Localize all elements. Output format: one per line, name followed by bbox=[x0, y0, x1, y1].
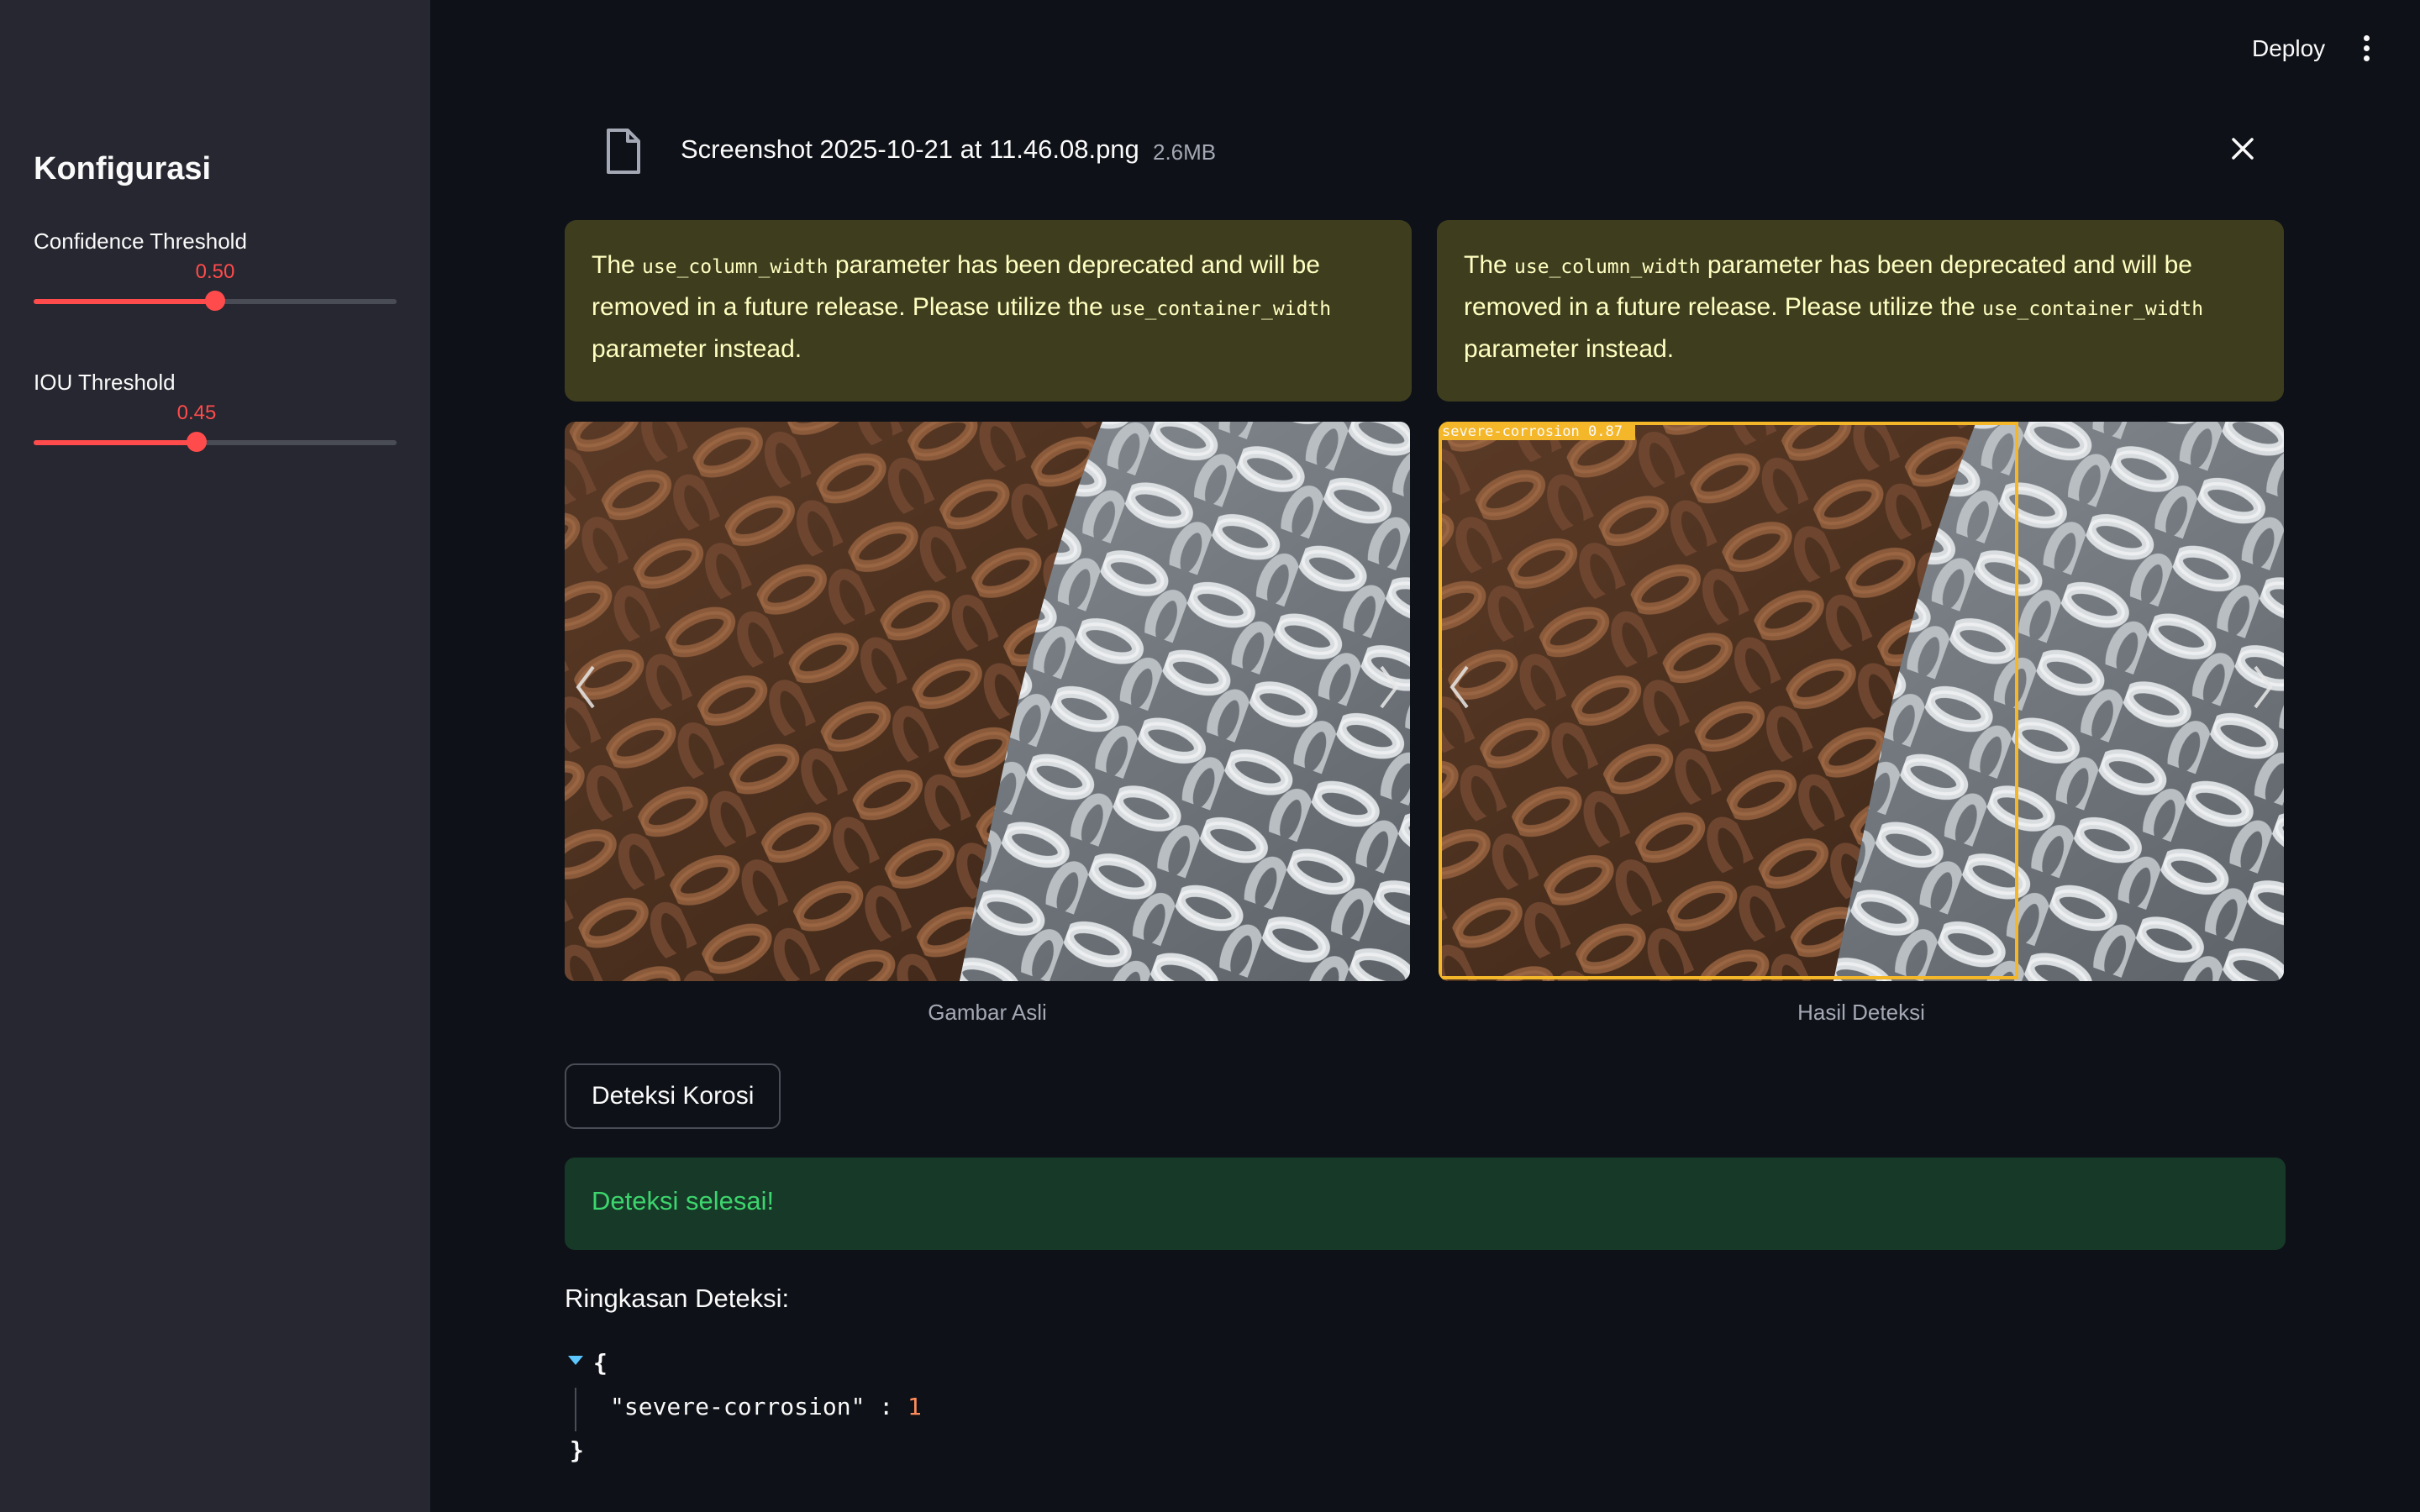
warning-text: The bbox=[592, 251, 643, 279]
original-image[interactable] bbox=[565, 422, 1410, 981]
warning-code: use_container_width bbox=[1982, 298, 2204, 320]
iou-slider-label: IOU Threshold bbox=[34, 370, 176, 395]
collapse-caret-icon[interactable] bbox=[568, 1356, 583, 1365]
json-close-brace: } bbox=[570, 1436, 584, 1464]
warning-text: The bbox=[1464, 251, 1515, 279]
kebab-menu-icon[interactable] bbox=[2358, 35, 2375, 64]
json-viewer: { "severe-corrosion" : 1 } bbox=[565, 1349, 1237, 1475]
json-indent-guide bbox=[575, 1388, 576, 1431]
close-icon[interactable] bbox=[2230, 136, 2255, 165]
iou-slider[interactable] bbox=[34, 432, 397, 452]
deprecation-warning: The use_column_width parameter has been … bbox=[1437, 220, 2284, 402]
json-colon: : bbox=[865, 1393, 908, 1420]
json-open-brace: { bbox=[593, 1349, 608, 1377]
warning-code: use_column_width bbox=[642, 256, 829, 278]
success-message: Deteksi selesai! bbox=[592, 1186, 775, 1215]
iou-slider-fill bbox=[34, 440, 197, 445]
iou-slider-thumb[interactable] bbox=[187, 432, 207, 452]
original-image-caption: Gambar Asli bbox=[928, 1000, 1047, 1025]
warning-text: parameter instead. bbox=[592, 335, 802, 363]
success-alert: Deteksi selesai! bbox=[565, 1158, 2286, 1250]
confidence-slider-thumb[interactable] bbox=[205, 291, 225, 311]
confidence-slider-fill bbox=[34, 299, 215, 304]
warning-text: parameter instead. bbox=[1464, 335, 1675, 363]
result-image-caption: Hasil Deteksi bbox=[1797, 1000, 1925, 1025]
deploy-button[interactable]: Deploy bbox=[2252, 35, 2325, 62]
confidence-slider-value: 0.50 bbox=[195, 260, 235, 283]
deprecation-warning: The use_column_width parameter has been … bbox=[565, 220, 1412, 402]
warning-code: use_column_width bbox=[1514, 256, 1701, 278]
confidence-slider[interactable] bbox=[34, 291, 397, 311]
confidence-slider-label: Confidence Threshold bbox=[34, 228, 247, 254]
json-entry: "severe-corrosion" : 1 bbox=[610, 1393, 922, 1420]
sidebar-title: Konfigurasi bbox=[34, 151, 212, 186]
result-image[interactable]: severe-corrosion 0.87 bbox=[1439, 422, 2284, 981]
file-name: Screenshot 2025-10-21 at 11.46.08.png bbox=[681, 134, 1139, 164]
iou-slider-block: IOU Threshold 0.45 bbox=[34, 370, 397, 452]
iou-slider-value: 0.45 bbox=[176, 402, 217, 424]
json-value: 1 bbox=[908, 1393, 922, 1420]
file-icon bbox=[605, 128, 642, 179]
warning-code: use_container_width bbox=[1110, 298, 1332, 320]
summary-title: Ringkasan Deteksi: bbox=[565, 1284, 790, 1313]
detect-corrosion-button[interactable]: Deteksi Korosi bbox=[565, 1063, 781, 1129]
detection-label: severe-corrosion 0.87 bbox=[1442, 423, 1623, 440]
uploaded-file-row: Screenshot 2025-10-21 at 11.46.08.png 2.… bbox=[565, 118, 2286, 185]
json-key: "severe-corrosion" bbox=[610, 1393, 865, 1420]
sidebar: Konfigurasi Confidence Threshold 0.50 IO… bbox=[0, 0, 430, 1512]
confidence-slider-block: Confidence Threshold 0.50 bbox=[34, 228, 397, 311]
file-size: 2.6MB bbox=[1153, 139, 1217, 165]
